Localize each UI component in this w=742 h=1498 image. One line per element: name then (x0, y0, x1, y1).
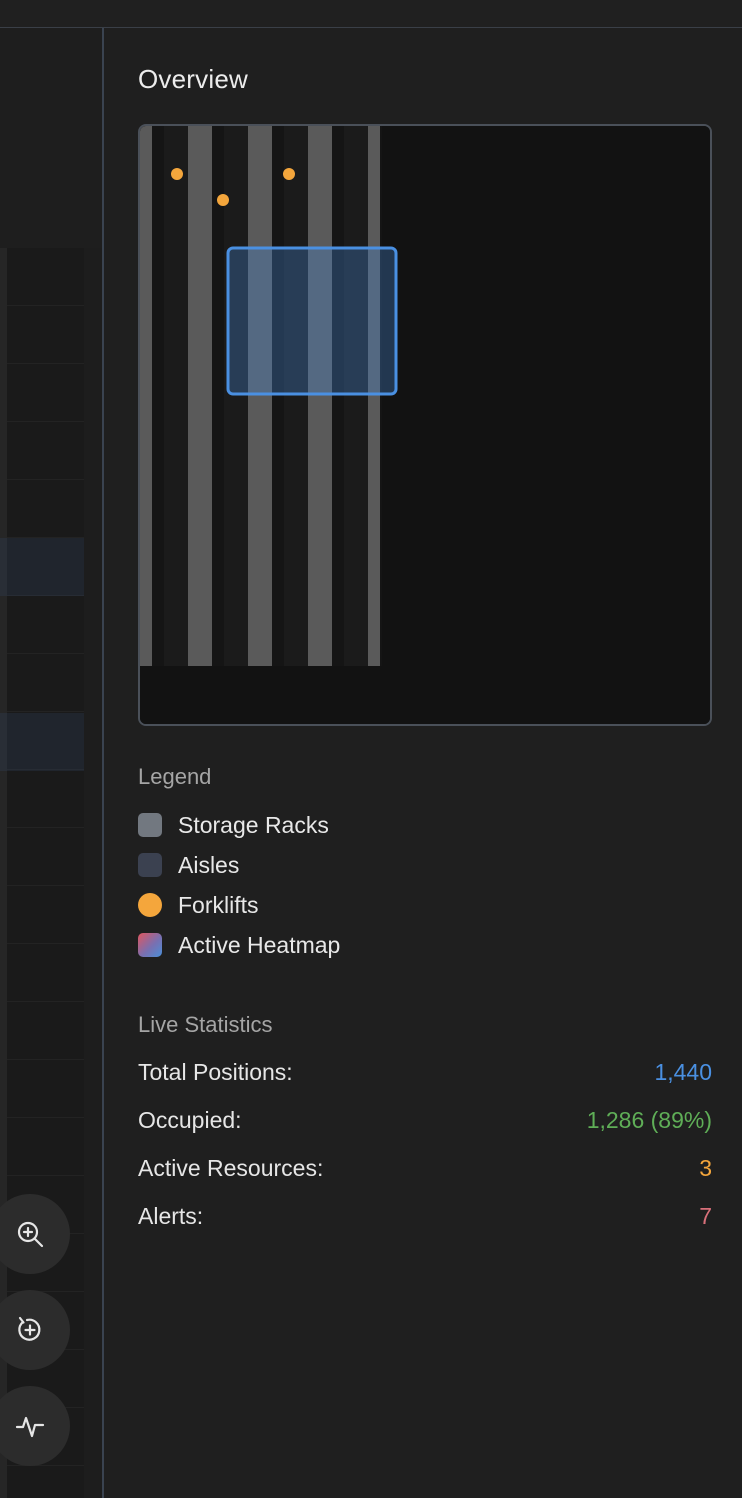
active-heatmap-swatch (138, 933, 162, 957)
minimap-rack (140, 126, 152, 666)
legend-label: Storage Racks (178, 811, 329, 838)
top-bar (0, 0, 742, 28)
forklifts-swatch (138, 893, 162, 917)
aisles-swatch (138, 853, 162, 877)
minimap-rack (188, 126, 212, 666)
legend-label: Forklifts (178, 891, 259, 918)
activity-icon (15, 1416, 45, 1438)
legend-item-forklifts: Forklifts (138, 891, 259, 919)
stat-total-positions: Total Positions: 1,440 (138, 1057, 712, 1087)
storage-racks-swatch (138, 813, 162, 837)
stat-label: Alerts: (138, 1202, 204, 1229)
stat-value: 1,440 (654, 1058, 712, 1085)
minimap-aisle (344, 126, 368, 666)
minimap-viewport[interactable] (226, 246, 398, 396)
minimap-forklift (283, 168, 295, 180)
map-heatmap-band (0, 713, 84, 771)
overview-minimap[interactable] (138, 124, 712, 726)
panel-title: Overview (138, 64, 248, 94)
minimap-forklift (171, 168, 183, 180)
stat-label: Total Positions: (138, 1058, 293, 1085)
minimap-rack (308, 126, 332, 666)
minimap-rack (248, 126, 272, 666)
legend-label: Aisles (178, 851, 240, 878)
stat-value: 7 (699, 1202, 712, 1229)
stat-value: 1,286 (89%) (586, 1106, 712, 1133)
minimap-aisle (164, 126, 188, 666)
legend-item-storage-racks: Storage Racks (138, 811, 329, 839)
map-header-region (0, 28, 102, 248)
warehouse-app: Overview Legend Storage Racks Aisles For… (0, 0, 742, 1498)
legend-title: Legend (138, 764, 212, 789)
warehouse-map-canvas[interactable] (0, 28, 102, 1498)
stat-value: 3 (699, 1154, 712, 1181)
map-edge (84, 248, 102, 1498)
zoom-in-icon (17, 1221, 44, 1248)
minimap-forklift (217, 194, 229, 206)
stat-active-resources: Active Resources: 3 (138, 1153, 712, 1183)
minimap-aisle (284, 126, 308, 666)
stat-label: Occupied: (138, 1106, 242, 1133)
map-heatmap-band (0, 538, 84, 596)
stat-label: Active Resources: (138, 1154, 324, 1181)
minimap-aisle (224, 126, 248, 666)
stat-alerts: Alerts: 7 (138, 1201, 712, 1231)
legend-item-active-heatmap: Active Heatmap (138, 931, 340, 959)
recenter-icon (18, 1316, 41, 1341)
minimap-rack (368, 126, 380, 666)
minimap-svg (140, 126, 710, 724)
overview-panel: Overview Legend Storage Racks Aisles For… (102, 28, 742, 1498)
stat-occupied: Occupied: 1,286 (89%) (138, 1105, 712, 1135)
legend-label: Active Heatmap (178, 931, 341, 958)
stats-title: Live Statistics (138, 1012, 273, 1037)
legend-item-aisles: Aisles (138, 851, 239, 879)
